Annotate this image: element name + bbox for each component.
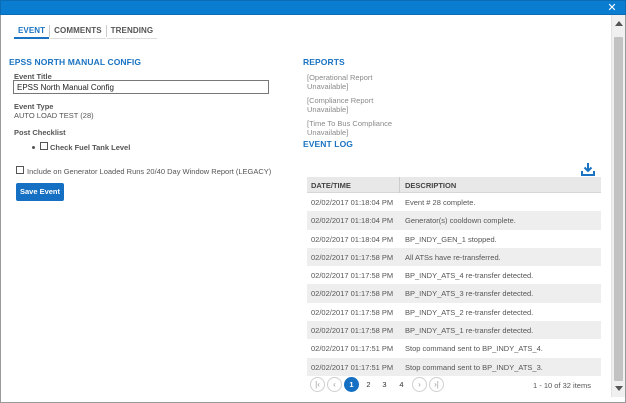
event-type-value: AUTO LOAD TEST (28) xyxy=(14,111,94,120)
vertical-scrollbar[interactable] xyxy=(611,15,625,397)
event-log-table: DATE/TIME DESCRIPTION 02/02/2017 01:18:0… xyxy=(307,177,601,376)
cell-description: All ATSs have re-transferred. xyxy=(405,252,501,262)
pager-info: 1 - 10 of 32 items xyxy=(533,381,591,390)
first-page-button[interactable]: |‹ xyxy=(310,377,325,392)
column-divider xyxy=(399,177,400,193)
table-row: 02/02/2017 01:17:58 PM BP_INDY_ATS_3 re-t… xyxy=(307,284,601,303)
operational-report-link[interactable]: [Operational Report Unavailable] xyxy=(307,73,407,91)
legacy-report-checkbox-label: Include on Generator Loaded Runs 20/40 D… xyxy=(27,167,272,176)
column-header-description[interactable]: DESCRIPTION xyxy=(405,181,456,190)
cell-datetime: 02/02/2017 01:17:58 PM xyxy=(311,252,394,262)
post-checklist-label: Post Checklist xyxy=(14,128,66,137)
cell-description: Stop command sent to BP_INDY_ATS_3. xyxy=(405,362,543,372)
tab-trending[interactable]: TRENDING xyxy=(106,23,158,39)
cell-description: BP_INDY_ATS_3 re-transfer detected. xyxy=(405,289,534,299)
cell-datetime: 02/02/2017 01:18:04 PM xyxy=(311,216,394,226)
page-3-button[interactable]: 3 xyxy=(377,377,392,392)
table-row: 02/02/2017 01:17:58 PM BP_INDY_ATS_4 re-t… xyxy=(307,266,601,284)
tab-comments[interactable]: COMMENTS xyxy=(50,23,106,39)
table-row: 02/02/2017 01:18:04 PM Event # 28 complet… xyxy=(307,193,601,211)
table-row: 02/02/2017 01:17:51 PM Stop command sent … xyxy=(307,339,601,357)
legacy-report-checkbox[interactable] xyxy=(16,166,24,174)
save-event-button[interactable]: Save Event xyxy=(16,183,64,201)
tab-bar: EVENT COMMENTS TRENDING xyxy=(14,23,158,39)
compliance-report-link[interactable]: [Compliance Report Unavailable] xyxy=(307,96,407,114)
report-link-line: [Operational Report xyxy=(307,73,373,82)
page-4-button[interactable]: 4 xyxy=(394,377,409,392)
cell-datetime: 02/02/2017 01:17:58 PM xyxy=(311,307,394,317)
download-icon[interactable] xyxy=(581,163,595,176)
table-row: 02/02/2017 01:17:58 PM BP_INDY_ATS_1 re-t… xyxy=(307,321,601,340)
fuel-tank-checkbox-label: Check Fuel Tank Level xyxy=(50,143,131,152)
cell-datetime: 02/02/2017 01:17:51 PM xyxy=(311,362,394,372)
table-row: 02/02/2017 01:17:58 PM All ATSs have re-t… xyxy=(307,247,601,267)
cell-description: Generator(s) cooldown complete. xyxy=(405,216,516,226)
prev-page-button[interactable]: ‹ xyxy=(327,377,342,392)
config-section-title: EPSS NORTH MANUAL CONFIG xyxy=(9,57,142,67)
cell-description: BP_INDY_ATS_4 re-transfer detected. xyxy=(405,271,534,281)
event-type-label: Event Type xyxy=(14,102,54,111)
cell-description: BP_INDY_ATS_1 re-transfer detected. xyxy=(405,326,534,336)
reports-section-title: REPORTS xyxy=(303,57,345,67)
scroll-up-icon[interactable] xyxy=(615,21,623,26)
table-header: DATE/TIME DESCRIPTION xyxy=(307,177,601,193)
table-row: 02/02/2017 01:17:58 PM BP_INDY_ATS_2 re-t… xyxy=(307,303,601,321)
fuel-tank-checkbox[interactable] xyxy=(40,142,48,150)
report-link-line: Unavailable] xyxy=(307,82,349,91)
scroll-down-icon[interactable] xyxy=(615,386,623,391)
cell-datetime: 02/02/2017 01:17:51 PM xyxy=(311,344,394,354)
scrollbar-thumb[interactable] xyxy=(614,37,623,381)
window-titlebar: ✕ xyxy=(0,0,626,15)
table-row: 02/02/2017 01:18:04 PM BP_INDY_GEN_1 stop… xyxy=(307,230,601,248)
page-1-button[interactable]: 1 xyxy=(344,377,359,392)
report-link-line: [Compliance Report xyxy=(307,96,374,105)
cell-description: BP_INDY_GEN_1 stopped. xyxy=(405,234,497,244)
page-2-button[interactable]: 2 xyxy=(361,377,376,392)
report-link-line: [Time To Bus Compliance xyxy=(307,119,393,128)
table-row: 02/02/2017 01:17:51 PM Stop command sent … xyxy=(307,357,601,376)
cell-description: Event # 28 complete. xyxy=(405,198,476,207)
column-header-datetime[interactable]: DATE/TIME xyxy=(311,181,351,190)
time-to-bus-report-link[interactable]: [Time To Bus Compliance Unavailable] xyxy=(307,119,407,137)
bullet-icon xyxy=(32,146,35,149)
report-link-line: Unavailable] xyxy=(307,105,349,114)
event-log-section-title: EVENT LOG xyxy=(303,139,354,149)
table-row: 02/02/2017 01:18:04 PM Generator(s) coold… xyxy=(307,211,601,230)
cell-datetime: 02/02/2017 01:18:04 PM xyxy=(311,198,394,207)
report-link-line: Unavailable] xyxy=(307,128,349,137)
cell-datetime: 02/02/2017 01:17:58 PM xyxy=(311,326,394,336)
tab-event[interactable]: EVENT xyxy=(14,23,50,39)
cell-datetime: 02/02/2017 01:17:58 PM xyxy=(311,271,394,281)
cell-datetime: 02/02/2017 01:18:04 PM xyxy=(311,234,394,244)
last-page-button[interactable]: ›| xyxy=(429,377,444,392)
cell-datetime: 02/02/2017 01:17:58 PM xyxy=(311,289,394,299)
cell-description: BP_INDY_ATS_2 re-transfer detected. xyxy=(405,307,534,317)
next-page-button[interactable]: › xyxy=(412,377,427,392)
cell-description: Stop command sent to BP_INDY_ATS_4. xyxy=(405,344,543,354)
close-icon[interactable]: ✕ xyxy=(606,1,618,15)
event-title-input[interactable] xyxy=(13,80,269,94)
